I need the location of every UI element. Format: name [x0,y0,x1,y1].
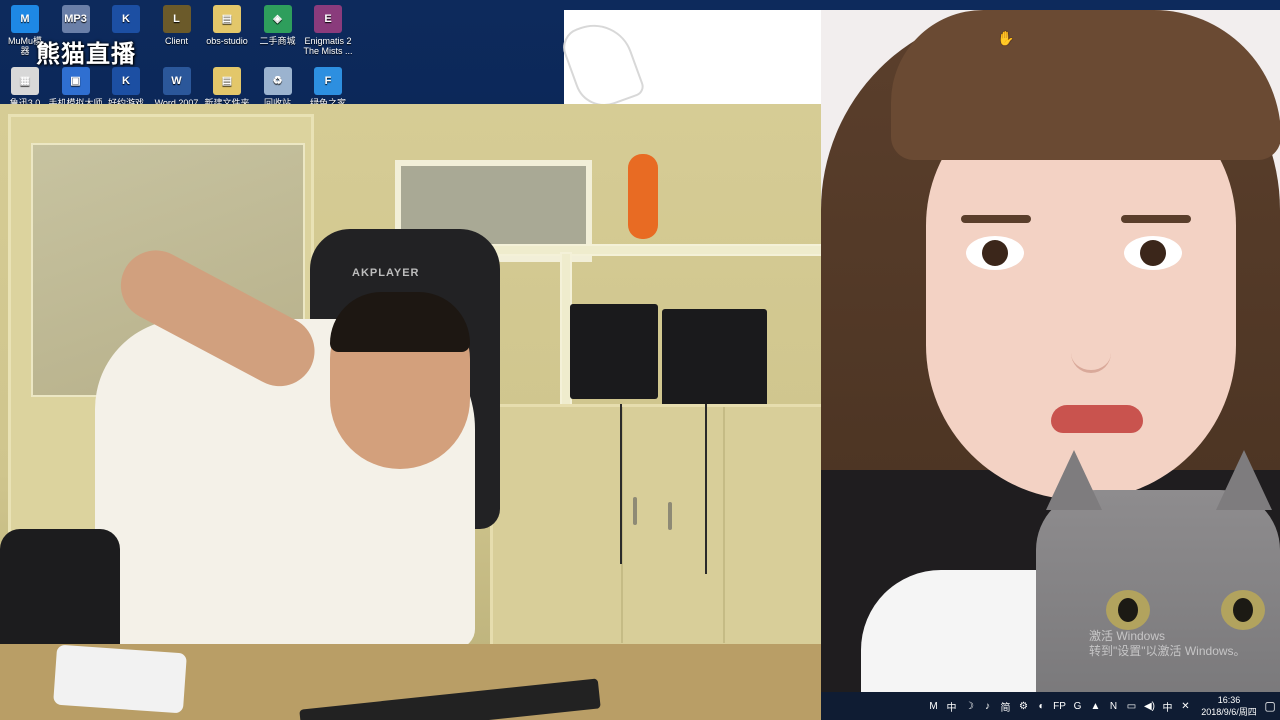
lower-cabinet [490,404,821,650]
system-tray: M 中 ☽ ♪ 简 ⚙ ◐ FP G ▲ N ▭ ◀) 中 ✕ [927,700,1198,714]
security-icon[interactable]: ◐ [1035,700,1048,713]
desktop-shortcut[interactable]: ▣ 手机模拟大师 [49,67,103,108]
panda-tv-logo: 熊猫直播 [36,40,136,68]
close-tray-icon[interactable]: ✕ [1179,700,1192,713]
hair-bangs [891,10,1280,160]
right-eye [1124,236,1182,270]
document-icon: ▦ [11,67,39,95]
clock-time: 16:36 [1217,695,1241,705]
teletubby-toy [628,154,658,239]
recycle-bin-icon: ♻ [263,67,292,95]
notification-center-icon[interactable]: ▢ [1260,696,1280,716]
ime-chinese-icon[interactable]: 中 [945,700,958,714]
upload-icon[interactable]: ▲ [1089,700,1102,713]
watermark-title: 激活 Windows [1089,629,1166,643]
desktop-shortcut[interactable]: MP3 [49,5,103,36]
chair-brand-label: AKPLAYER [352,267,420,279]
cat-ear [1216,450,1272,510]
left-eyebrow [961,215,1031,223]
cabinet-handle [633,497,637,525]
network-app-icon[interactable]: N [1107,700,1120,713]
desktop-shortcut[interactable]: L Client [150,5,204,46]
speaker-left [570,304,658,399]
shelf-board [480,244,821,256]
hand-cursor-icon: ✋ [997,30,1015,46]
game-icon: E [314,5,342,33]
flashplayer-icon[interactable]: FP [1053,700,1066,713]
desktop-shortcut[interactable]: ◈ 二手商城 [251,5,305,46]
clock[interactable]: 16:36 2018/9/6/周四 [1198,694,1260,718]
kuwo-icon: K [112,5,140,33]
shop-icon: ◈ [263,5,292,33]
cable [620,404,622,564]
settings-icon[interactable]: ⚙ [1017,700,1030,713]
volume-icon[interactable]: ◀) [1143,700,1156,713]
taskbar: M 中 ☽ ♪ 简 ⚙ ◐ FP G ▲ N ▭ ◀) 中 ✕ 16:36 2018/9/6/周四 ▢ [821,692,1280,720]
speaker-right [662,309,767,409]
desktop-shortcut[interactable]: ▤ 新建文件夹 [200,67,254,108]
mumu-icon: M [11,5,39,33]
ime-simplified-icon[interactable]: 简 [999,700,1012,714]
app-icon: F [314,67,342,95]
mic-icon[interactable]: ♪ [981,700,994,713]
cabinet-door [623,407,725,643]
desktop-shortcut[interactable]: K 好约游戏 [99,67,153,108]
cat-ear [1046,450,1102,510]
input-language-icon[interactable]: 中 [1161,700,1174,714]
gray-kitten [1036,450,1280,692]
folder-icon: ▤ [213,5,241,33]
windows-activation-watermark: 激活 Windows 转到"设置"以激活 Windows。 [1089,629,1246,659]
network-icon[interactable]: ▭ [1125,700,1138,713]
cabinet-handle [668,502,672,530]
cabinet-door [493,407,623,643]
right-webcam-feed: 激活 Windows 转到"设置"以激活 Windows。 [821,10,1280,692]
desktop-shortcut[interactable]: F 绿色之家 [301,67,355,108]
desktop-shortcut[interactable]: ♻ 回收站 [251,67,305,108]
app-g-icon[interactable]: G [1071,700,1084,713]
cable [705,404,707,574]
cat-eye [1106,590,1150,630]
mousepad [53,644,187,714]
new-folder-icon: ▤ [213,67,241,95]
desktop-shortcut[interactable]: K [99,5,153,36]
person-hair [330,292,470,352]
lips [1051,405,1143,433]
desktop-shortcut[interactable]: ▤ obs-studio [200,5,254,46]
league-client-icon: L [162,5,191,33]
clock-date: 2018/9/6/周四 [1201,707,1257,717]
desktop-shortcut[interactable]: E Enigmatis 2 The Mists ... [301,5,355,56]
shortcut-label: Client [164,36,188,46]
left-eye [966,236,1024,270]
moon-icon[interactable]: ☽ [963,700,976,713]
shortcut-label: obs-studio [206,36,248,46]
shortcut-label: 二手商城 [259,36,296,46]
mumu-tray-icon[interactable]: M [927,700,940,713]
cat-eye [1221,590,1265,630]
emulator-icon: ▣ [61,67,90,95]
mp3-file-icon: MP3 [61,5,90,33]
desktop-shortcut[interactable]: ▦ 鲁迅3.0 [0,67,52,108]
word-icon: W [162,67,191,95]
shortcut-label: Enigmatis 2 The Mists ... [303,36,353,56]
kuwo-game-icon: K [112,67,140,95]
right-eyebrow [1121,215,1191,223]
desktop-shortcut[interactable]: W Word 2007 [150,67,204,108]
left-webcam-feed: AKPLAYER [0,104,821,720]
sketch-drawing [557,13,647,115]
watermark-subtitle: 转到"设置"以激活 Windows。 [1089,644,1246,658]
